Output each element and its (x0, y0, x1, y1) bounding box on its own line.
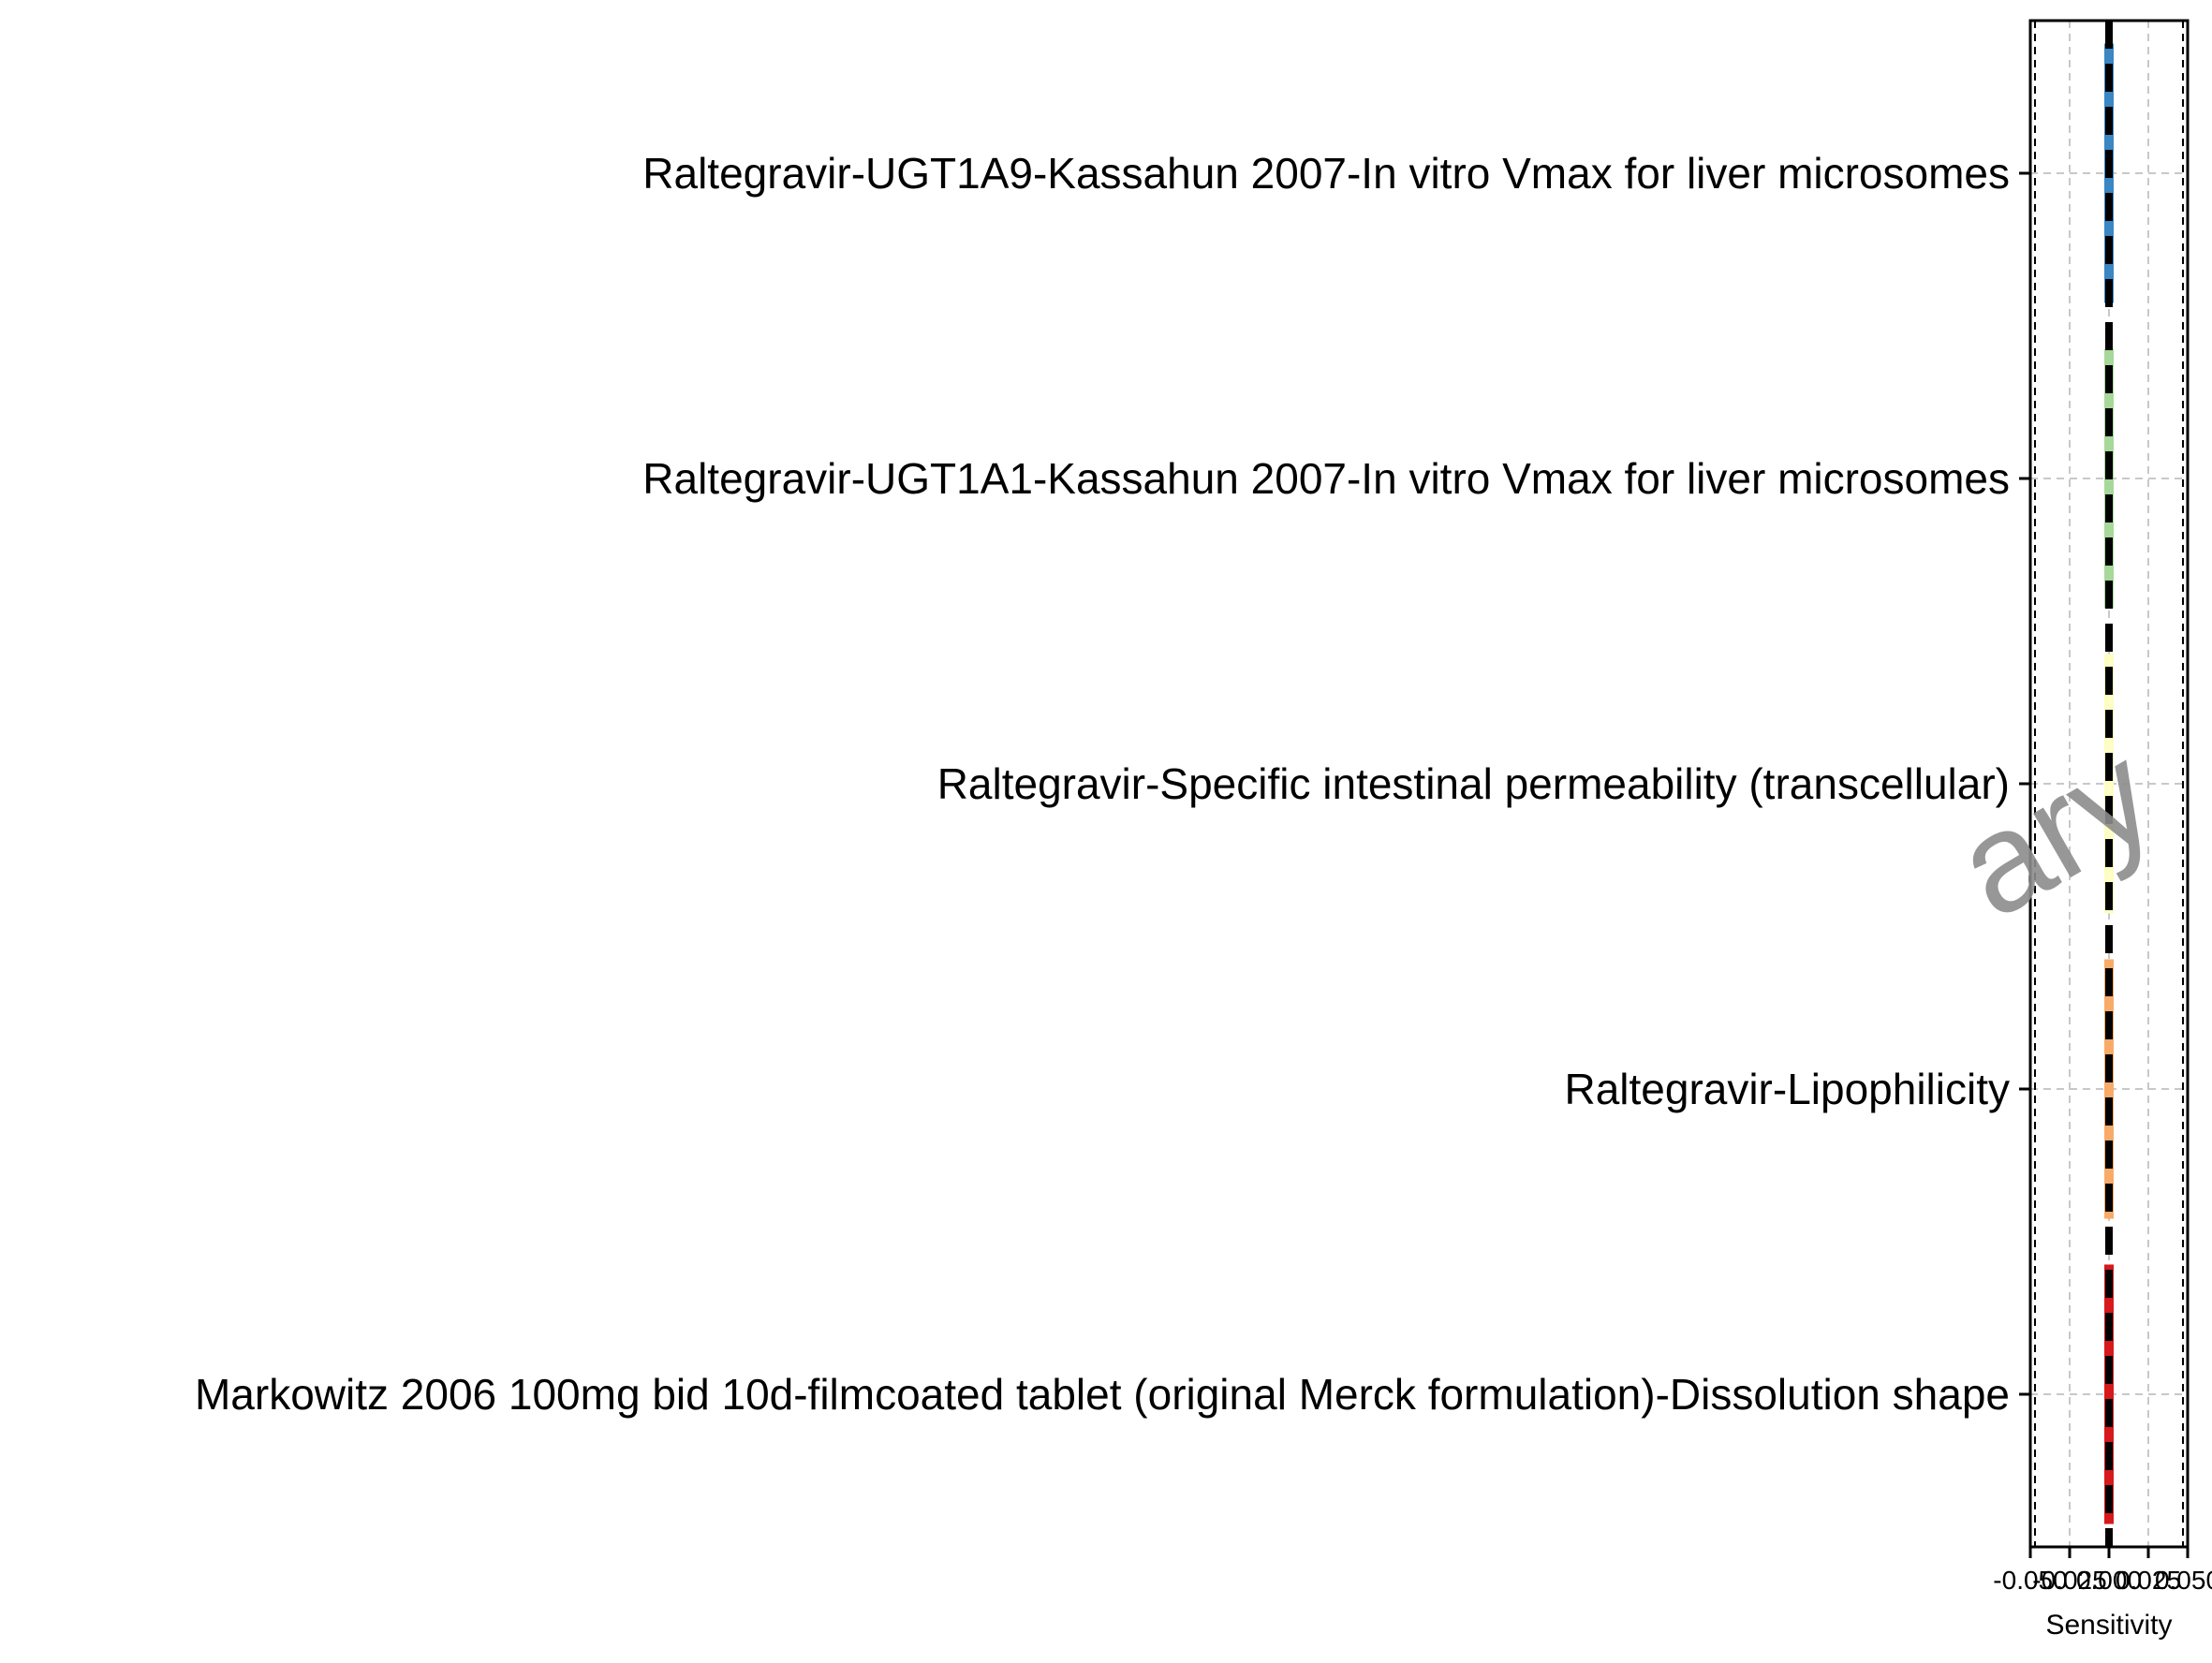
category-labels: Raltegravir-UGT1A9-Kassahun 2007-In vitr… (195, 149, 2010, 1419)
sensitivity-bar (2104, 1264, 2114, 1524)
category-label: Raltegravir-Lipophilicity (1564, 1065, 2010, 1113)
sensitivity-bar (2104, 959, 2114, 1219)
x-tick-labels: -0.050-0.0250.0000.0250.050 (1993, 1566, 2212, 1595)
category-label: Raltegravir-UGT1A1-Kassahun 2007-In vitr… (642, 454, 2010, 503)
x-axis-title: Sensitivity (2045, 1610, 2172, 1641)
category-label: Markowitz 2006 100mg bid 10d-filmcoated … (195, 1370, 2010, 1419)
sensitivity-chart: Raltegravir-UGT1A9-Kassahun 2007-In vitr… (0, 0, 2212, 1658)
x-tick-label: 0.050 (2155, 1566, 2212, 1595)
watermark-text: ary (1931, 714, 2178, 948)
category-label: Raltegravir-UGT1A9-Kassahun 2007-In vitr… (642, 149, 2010, 198)
category-label: Raltegravir-Specific intestinal permeabi… (937, 759, 2010, 808)
chart-svg: Raltegravir-UGT1A9-Kassahun 2007-In vitr… (195, 19, 2212, 1641)
